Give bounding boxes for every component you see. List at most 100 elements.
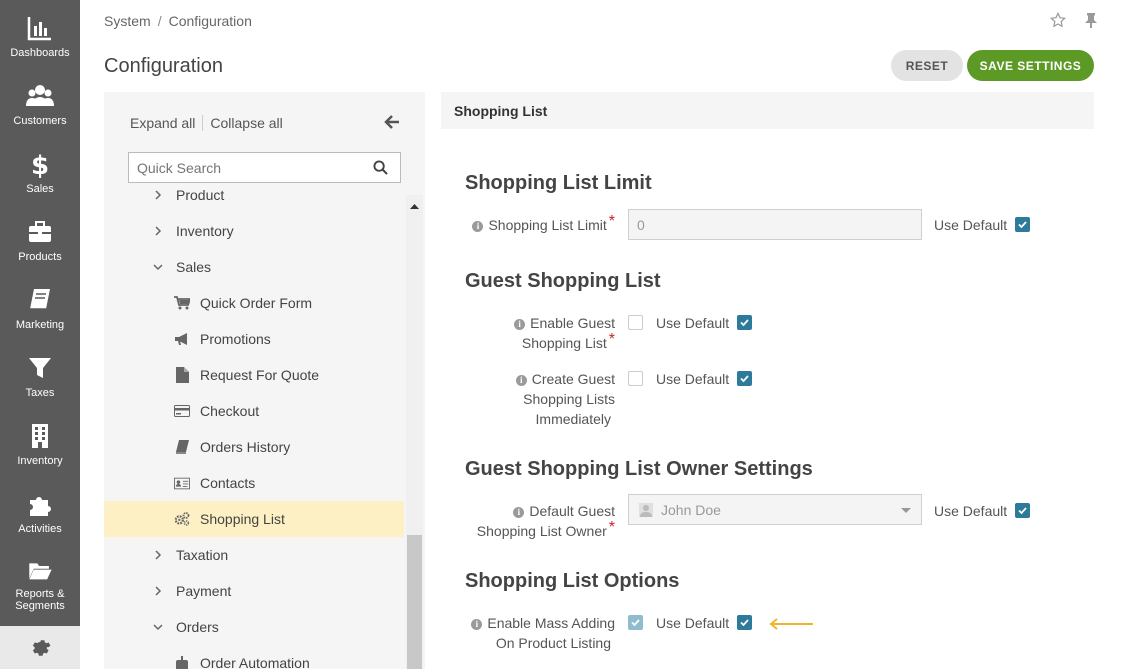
reset-button[interactable]: RESET	[891, 50, 963, 81]
nav-item-customers[interactable]: Customers	[0, 68, 80, 136]
tree-scrollbar[interactable]	[406, 195, 423, 669]
check-icon	[1018, 221, 1027, 229]
user-icon	[639, 502, 653, 517]
tree-item-inventory[interactable]: Inventory	[104, 213, 404, 249]
nav-label: Marketing	[15, 319, 65, 331]
tree-controls: Expand all Collapse all	[130, 115, 283, 131]
nav-item-taxes[interactable]: Taxes	[0, 340, 80, 408]
nav-label: Customers	[13, 115, 67, 127]
group-title-owner: Guest Shopping List Owner Settings	[465, 458, 813, 480]
default-owner-select[interactable]: John Doe	[628, 494, 922, 525]
credit-card-icon	[174, 405, 190, 417]
tree-item-label: Orders	[176, 619, 219, 635]
folder-icon	[29, 563, 52, 580]
tree-item-label: Promotions	[200, 331, 271, 347]
enable-guest-shopping-list-checkbox[interactable]	[628, 315, 643, 330]
star-icon[interactable]	[1050, 12, 1066, 28]
required-marker: *	[608, 519, 615, 536]
nav-item-activities[interactable]: Activities	[0, 476, 80, 544]
dollar-icon: $	[31, 151, 49, 178]
book-icon	[174, 440, 190, 454]
building-icon	[32, 424, 48, 448]
tree-item-contacts[interactable]: Contacts	[104, 465, 404, 501]
nav-label: Inventory	[17, 455, 63, 467]
contact-card-icon	[174, 477, 190, 490]
expand-all-link[interactable]: Expand all	[130, 115, 195, 131]
chevron-right-icon[interactable]	[152, 226, 164, 236]
info-icon[interactable]: i	[472, 221, 484, 232]
enable-mass-adding-checkbox[interactable]	[628, 615, 643, 630]
tree-item-shopping-list[interactable]: Shopping List	[104, 501, 404, 537]
use-default-checkbox-owner[interactable]	[1015, 503, 1030, 518]
info-icon[interactable]: i	[515, 375, 527, 386]
info-icon[interactable]: i	[514, 319, 526, 330]
tree-item-label: Inventory	[176, 223, 234, 239]
save-settings-button[interactable]: SAVE SETTINGS	[967, 50, 1094, 81]
cart-icon	[174, 296, 190, 310]
tree-item-promotions[interactable]: Promotions	[104, 321, 404, 357]
tree-item-orders-history[interactable]: Orders History	[104, 429, 404, 465]
tree-item-checkout[interactable]: Checkout	[104, 393, 404, 429]
nav-settings[interactable]	[0, 626, 80, 669]
group-title-guest: Guest Shopping List	[465, 270, 661, 292]
chevron-down-icon[interactable]	[152, 263, 164, 271]
info-icon[interactable]: i	[513, 507, 525, 518]
nav-item-dashboards[interactable]: Dashboards	[0, 0, 80, 68]
tree-item-label: Quick Order Form	[200, 295, 313, 311]
nav-item-reports-segments[interactable]: Reports & Segments	[0, 544, 80, 612]
check-icon	[740, 375, 749, 383]
tree-item-order-automation[interactable]: Order Automation	[104, 645, 404, 669]
bar-chart-icon	[27, 17, 51, 41]
use-default-checkbox-limit[interactable]	[1015, 217, 1030, 232]
briefcase-icon	[29, 221, 51, 242]
field-label-enable-guest: i Enable Guest Shopping List *	[470, 313, 615, 354]
tree-item-request-for-quote[interactable]: Request For Quote	[104, 357, 404, 393]
search-icon[interactable]	[373, 160, 388, 175]
collapse-all-link[interactable]: Collapse all	[210, 115, 282, 131]
tree-item-payment[interactable]: Payment	[104, 573, 404, 609]
tree-item-label: Shopping List	[200, 511, 285, 527]
scrollbar-thumb[interactable]	[407, 535, 422, 669]
file-icon	[174, 367, 190, 383]
use-default-checkbox-create-guest[interactable]	[737, 371, 752, 386]
tree-item-sales[interactable]: Sales	[104, 249, 404, 285]
nav-label: Sales	[26, 183, 54, 195]
tree-item-taxation[interactable]: Taxation	[104, 537, 404, 573]
shopping-list-limit-input[interactable]: 0	[628, 209, 922, 240]
chevron-right-icon[interactable]	[152, 550, 164, 560]
tree-item-product[interactable]: Product	[104, 189, 404, 213]
tree-item-quick-order-form[interactable]: Quick Order Form	[104, 285, 404, 321]
check-icon	[631, 619, 640, 627]
label-text: Shopping List Limit	[488, 217, 607, 233]
robot-icon	[174, 656, 190, 669]
breadcrumb-system[interactable]: System	[104, 13, 151, 29]
chevron-right-icon[interactable]	[152, 190, 164, 200]
group-title-options: Shopping List Options	[465, 570, 680, 592]
main-nav: Dashboards Customers $ Sales Products Ma…	[0, 0, 80, 669]
chevron-down-icon[interactable]	[152, 623, 164, 631]
nav-label: Products	[18, 251, 62, 263]
check-icon	[740, 619, 749, 627]
use-default-checkbox-enable-guest[interactable]	[737, 315, 752, 330]
megaphone-icon	[174, 332, 190, 346]
scroll-up-icon[interactable]	[410, 203, 419, 209]
info-icon[interactable]: i	[471, 619, 483, 630]
use-default-checkbox-mass-adding[interactable]	[737, 615, 752, 630]
nav-label: Reports & Segments	[15, 588, 65, 612]
quick-search-input[interactable]	[129, 153, 359, 182]
create-guest-lists-immediately-checkbox[interactable]	[628, 371, 643, 386]
nav-item-inventory[interactable]: Inventory	[0, 408, 80, 476]
chevron-right-icon[interactable]	[152, 586, 164, 596]
nav-item-marketing[interactable]: Marketing	[0, 272, 80, 340]
breadcrumb: System / Configuration	[104, 13, 252, 29]
arrow-left-icon[interactable]	[384, 114, 400, 130]
tree-item-orders[interactable]: Orders	[104, 609, 404, 645]
check-icon	[1018, 507, 1027, 515]
nav-item-sales[interactable]: $ Sales	[0, 136, 80, 204]
label-text: Enable Guest	[530, 315, 615, 331]
nav-item-products[interactable]: Products	[0, 204, 80, 272]
caret-down-icon	[901, 508, 911, 513]
tree-item-label: Payment	[176, 583, 232, 599]
pin-icon[interactable]	[1084, 12, 1098, 28]
nav-label: Dashboards	[10, 47, 70, 59]
